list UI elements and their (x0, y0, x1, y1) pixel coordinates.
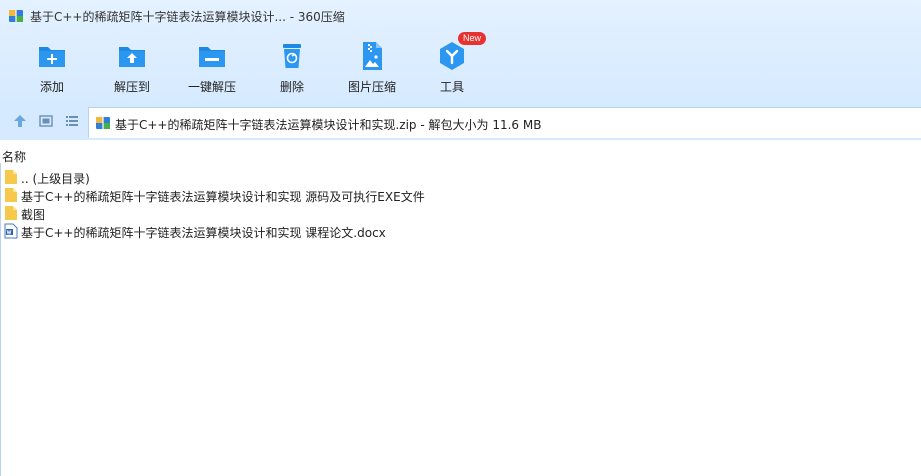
column-header-name[interactable]: 名称 (2, 148, 26, 165)
one-click-extract-button[interactable]: 一键解压 (176, 38, 248, 98)
trash-icon (283, 44, 301, 68)
one-click-extract-button-label: 一键解压 (187, 80, 236, 94)
one-click-extract-icon (199, 47, 225, 67)
list-item-parent-dir[interactable]: .. (上级目录) (2, 168, 602, 186)
top-band: 基于C++的稀疏矩阵十字链表法运算模块设计... - 360压缩 添加 解压到 (0, 0, 921, 103)
new-badge: New (458, 32, 487, 45)
list-header: 名称 (0, 145, 921, 165)
image-compress-button[interactable]: 图片压缩 (336, 38, 408, 98)
zip-file-icon (96, 117, 110, 129)
folder-icon (5, 206, 17, 220)
image-compress-button-label: 图片压缩 (347, 80, 396, 94)
image-compress-icon (363, 42, 382, 70)
address-bar[interactable]: 基于C++的稀疏矩阵十字链表法运算模块设计和实现.zip - 解包大小为 11.… (88, 107, 921, 138)
add-button-label: 添加 (39, 80, 64, 94)
delete-button-label: 删除 (279, 80, 304, 94)
tools-button[interactable]: New 工具 (416, 32, 488, 98)
address-text: 基于C++的稀疏矩阵十字链表法运算模块设计和实现.zip - 解包大小为 11.… (115, 118, 542, 132)
delete-button[interactable]: 删除 (256, 38, 328, 98)
window-title: 基于C++的稀疏矩阵十字链表法运算模块设计... - 360压缩 (30, 10, 345, 24)
add-button[interactable]: 添加 (16, 38, 88, 98)
folder-icon (5, 170, 17, 184)
add-folder-icon (39, 47, 65, 67)
list-item-label: 截图 (21, 208, 46, 222)
word-doc-icon (4, 223, 18, 239)
extract-to-button[interactable]: 解压到 (96, 38, 168, 98)
list-item-source-folder[interactable]: 基于C++的稀疏矩阵十字链表法运算模块设计和实现 源码及可执行EXE文件 (2, 186, 602, 204)
extract-to-button-label: 解压到 (113, 80, 150, 94)
tools-button-label: 工具 (439, 80, 464, 94)
file-list: .. (上级目录) 基于C++的稀疏矩阵十字链表法运算模块设计和实现 源码及可执… (0, 168, 921, 476)
list-item-label: .. (上级目录) (21, 172, 90, 186)
list-item-docx[interactable]: 基于C++的稀疏矩阵十字链表法运算模块设计和实现 课程论文.docx (2, 222, 602, 240)
extract-to-icon (119, 47, 145, 67)
list-view-icon[interactable] (64, 113, 80, 129)
folder-icon (5, 188, 17, 202)
list-item-label: 基于C++的稀疏矩阵十字链表法运算模块设计和实现 课程论文.docx (21, 226, 386, 240)
address-row: 基于C++的稀疏矩阵十字链表法运算模块设计和实现.zip - 解包大小为 11.… (0, 103, 921, 140)
list-item-screenshot-folder[interactable]: 截图 (2, 204, 602, 222)
list-item-label: 基于C++的稀疏矩阵十字链表法运算模块设计和实现 源码及可执行EXE文件 (21, 190, 425, 204)
up-arrow-icon[interactable] (12, 113, 28, 129)
app-window: 基于C++的稀疏矩阵十字链表法运算模块设计... - 360压缩 添加 解压到 (0, 0, 921, 476)
thumbnail-view-icon[interactable] (38, 113, 54, 129)
zip-app-icon (9, 10, 23, 22)
title-bar: 基于C++的稀疏矩阵十字链表法运算模块设计... - 360压缩 (0, 0, 921, 32)
